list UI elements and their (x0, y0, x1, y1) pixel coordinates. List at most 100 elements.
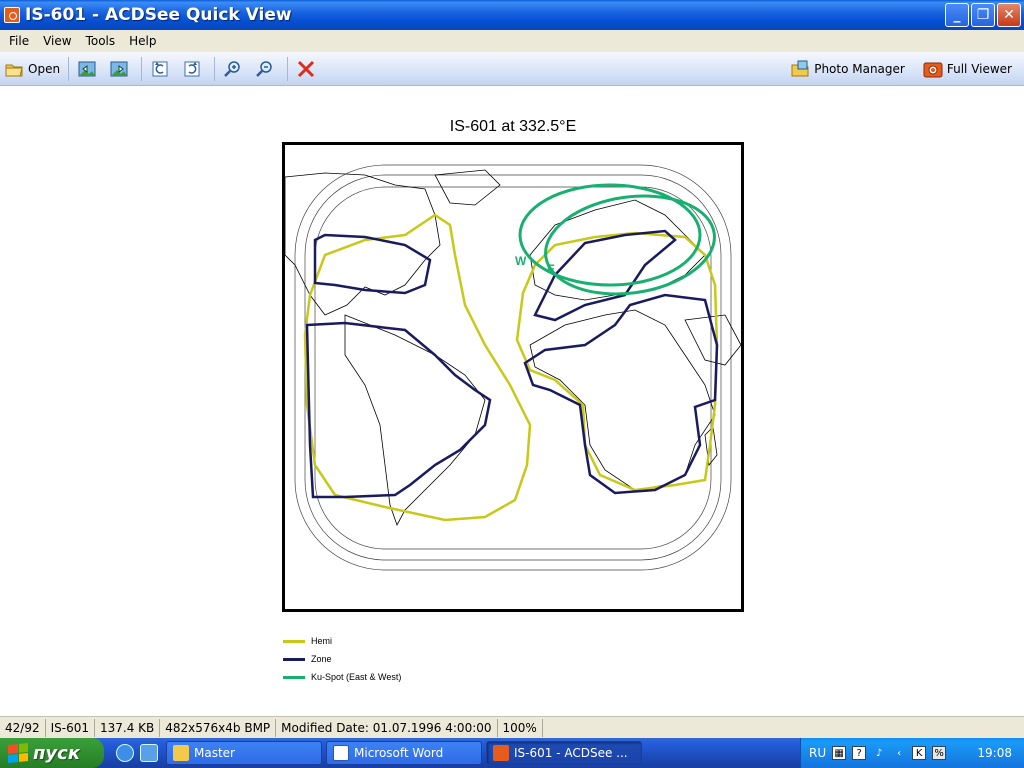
toolbar: Open Photo Manager Full Viewer (0, 52, 1024, 86)
full-viewer-camera-icon (923, 62, 943, 78)
close-button[interactable]: ✕ (997, 3, 1021, 27)
zone-beam-africa (523, 293, 719, 495)
legend-item: Ku-Spot (East & West) (283, 668, 401, 686)
status-bar: 42/92 IS-601 137.4 KB 482x576x4b BMP Mod… (0, 716, 1024, 738)
taskbar-item-label: IS-601 - ACDSee ... (514, 746, 628, 760)
open-folder-icon (5, 64, 23, 76)
quick-launch (116, 744, 162, 762)
show-hidden-icons-chevron[interactable]: ‹ (892, 746, 906, 760)
start-button[interactable]: пуск (0, 738, 104, 768)
full-viewer-label: Full Viewer (946, 62, 1012, 76)
coverage-map-drawing: W E (285, 164, 741, 571)
toolbar-separator (214, 56, 216, 81)
arabia-outline (684, 314, 741, 366)
menu-tools[interactable]: Tools (79, 32, 123, 50)
legend-swatch-ku-spot (283, 675, 305, 679)
keyboard-icon[interactable]: ▦ (832, 746, 847, 760)
rotate-left-icon (152, 61, 168, 76)
status-image-index: 42/92 (0, 718, 46, 737)
volume-icon[interactable]: ♪ (872, 746, 886, 760)
hemi-beam-west (303, 213, 532, 522)
taskbar-clock: 19:08 (977, 746, 1012, 760)
next-image-icon (110, 61, 128, 76)
taskbar-item-label: Microsoft Word (354, 746, 444, 760)
delete-button[interactable] (292, 55, 324, 83)
south-america-outline (344, 314, 486, 526)
photo-manager-label: Photo Manager (814, 62, 905, 76)
taskbar-item-label: Master (194, 746, 235, 760)
minimize-button[interactable]: _ (945, 3, 969, 27)
status-file-size: 137.4 KB (95, 718, 161, 737)
restore-icon: ❐ (976, 7, 990, 23)
legend-item: Hemi (283, 632, 401, 650)
open-button[interactable]: Open (0, 55, 64, 83)
start-label: пуск (33, 742, 81, 764)
menu-view[interactable]: View (36, 32, 78, 50)
africa-outline (529, 309, 716, 491)
rotate-right-icon (184, 61, 200, 76)
acdsee-app-icon[interactable] (4, 7, 20, 23)
legend-swatch-hemi (283, 639, 305, 643)
word-document-icon (333, 745, 349, 761)
title-bar[interactable]: IS-601 - ACDSee Quick View _ ❐ ✕ (0, 0, 1024, 30)
footprint-map: W E (282, 142, 744, 612)
open-label: Open (28, 61, 61, 76)
range-ring (294, 164, 732, 571)
north-america-outline (285, 172, 441, 316)
menu-help[interactable]: Help (122, 32, 163, 50)
internet-explorer-icon[interactable] (116, 744, 134, 762)
show-desktop-icon[interactable] (140, 744, 158, 762)
zoom-in-button[interactable] (219, 55, 251, 83)
next-image-button[interactable] (105, 55, 137, 83)
zoom-out-icon (256, 60, 272, 77)
status-dimensions: 482x576x4b BMP (160, 718, 277, 737)
legend-label: Ku-Spot (East & West) (311, 672, 402, 682)
rotate-left-button[interactable] (146, 55, 178, 83)
taskbar-item-word[interactable]: Microsoft Word (326, 741, 482, 765)
status-modified-date: Modified Date: 01.07.1996 4:00:00 (276, 718, 498, 737)
network-icon[interactable]: % (932, 746, 947, 760)
toolbar-separator (287, 56, 289, 81)
acdsee-quick-view-window: IS-601 - ACDSee Quick View _ ❐ ✕ File Vi… (0, 0, 1024, 738)
full-viewer-button[interactable]: Full Viewer (919, 55, 1016, 83)
status-image-name: IS-601 (46, 718, 95, 737)
antivirus-icon[interactable]: K (912, 746, 927, 760)
ku-spot-east-label: E (547, 262, 555, 276)
legend-label: Zone (311, 654, 332, 664)
taskbar: пуск Master Microsoft Word IS-601 - ACDS… (0, 738, 1024, 768)
legend-item: Zone (283, 650, 401, 668)
toolbar-separator (68, 56, 70, 81)
close-icon: ✕ (1003, 7, 1015, 23)
taskbar-item-acdsee[interactable]: IS-601 - ACDSee ... (486, 741, 642, 765)
system-tray: RU ▦ ? ♪ ‹ K % 19:08 (800, 738, 1024, 768)
window-controls: _ ❐ ✕ (945, 3, 1021, 27)
rotate-right-button[interactable] (178, 55, 210, 83)
toolbar-right-group: Photo Manager Full Viewer (786, 52, 1016, 86)
zoom-out-button[interactable] (251, 55, 283, 83)
minimize-icon: _ (953, 7, 961, 23)
restore-button[interactable]: ❐ (971, 3, 995, 27)
window-title: IS-601 - ACDSee Quick View (25, 5, 292, 25)
photo-manager-icon (791, 60, 809, 77)
toolbar-separator (141, 56, 143, 81)
photo-manager-button[interactable]: Photo Manager (786, 55, 909, 83)
zoom-in-icon (224, 60, 240, 77)
menu-bar: File View Tools Help (0, 30, 1024, 52)
legend-swatch-zone (283, 657, 305, 661)
status-zoom: 100% (498, 718, 543, 737)
help-icon[interactable]: ? (852, 746, 867, 760)
image-viewport[interactable]: IS-601 at 332.5°E W E Hemi Zone Ku-Spot … (0, 86, 1024, 716)
taskbar-item-master[interactable]: Master (166, 741, 322, 765)
previous-image-icon (78, 61, 96, 76)
map-title: IS-601 at 332.5°E (449, 118, 577, 135)
acdsee-icon (493, 745, 509, 761)
menu-file[interactable]: File (2, 32, 36, 50)
language-indicator[interactable]: RU (809, 746, 826, 760)
folder-icon (173, 745, 189, 761)
zone-beam-north-america (313, 233, 432, 295)
previous-image-button[interactable] (73, 55, 105, 83)
windows-flag-icon (8, 742, 28, 764)
legend-label: Hemi (311, 636, 333, 646)
ku-spot-west-label: W (515, 254, 527, 268)
zone-beam-south-america (305, 321, 492, 499)
